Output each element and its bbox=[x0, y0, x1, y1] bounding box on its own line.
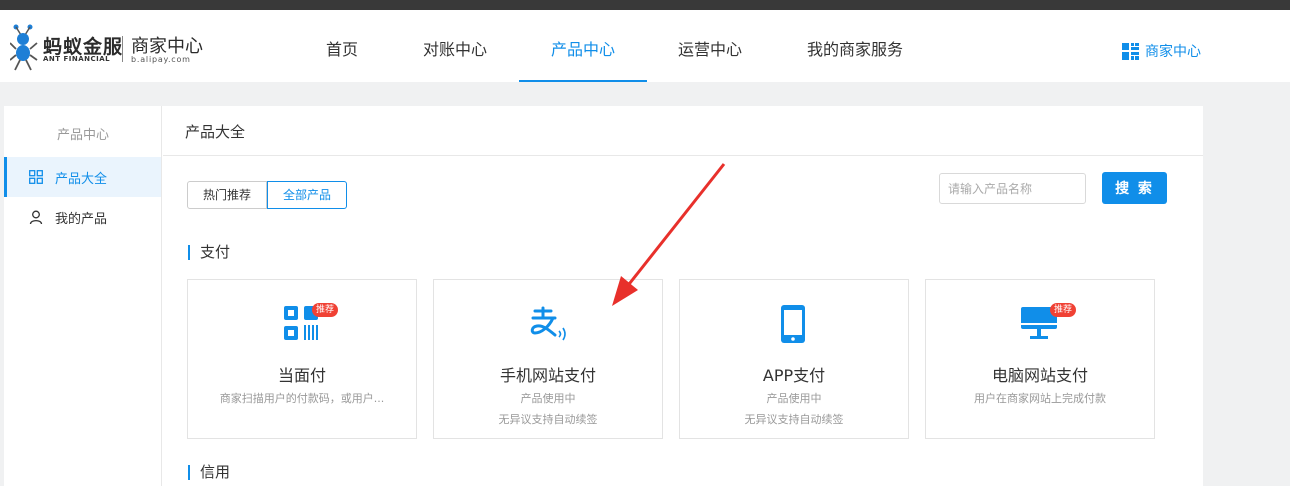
card-status: 产品使用中 bbox=[766, 392, 822, 405]
nav-home[interactable]: 首页 bbox=[312, 10, 372, 82]
nav-merchant-services-label: 我的商家服务 bbox=[806, 40, 903, 59]
site-domain: b.alipay.com bbox=[131, 55, 191, 64]
sidebar-item-all-products[interactable]: 产品大全 bbox=[4, 157, 161, 197]
top-bar bbox=[0, 0, 1290, 10]
user-icon bbox=[29, 210, 43, 224]
tab-all-products[interactable]: 全部产品 bbox=[267, 181, 348, 209]
nav-operations-label: 运营中心 bbox=[677, 40, 742, 59]
grid-icon bbox=[29, 170, 43, 184]
product-filter-tabs: 热门推荐 全部产品 bbox=[187, 181, 348, 209]
nav-home-label: 首页 bbox=[325, 40, 358, 59]
page-title: 产品大全 bbox=[163, 106, 1203, 156]
logo-divider bbox=[122, 36, 123, 62]
card-title: APP支付 bbox=[762, 366, 826, 385]
logo[interactable]: 蚂蚁金服 ANT FINANCIAL 商家中心 b.alipay.com bbox=[10, 22, 210, 72]
nav-merchant-services[interactable]: 我的商家服务 bbox=[792, 10, 918, 82]
brand-name-en: ANT FINANCIAL bbox=[43, 55, 111, 63]
merchant-center-link[interactable]: 商家中心 bbox=[1122, 42, 1201, 60]
card-icon-area bbox=[434, 305, 662, 345]
active-nav-indicator bbox=[519, 80, 647, 82]
card-description: 用户在商家网站上完成付款 bbox=[974, 392, 1106, 405]
product-search-input[interactable] bbox=[939, 173, 1086, 204]
alipay-wave-icon bbox=[530, 306, 566, 341]
card-status: 产品使用中 bbox=[520, 392, 576, 405]
content-panel: 产品中心 产品大全 我的产品 产品大全 热门推荐 全部产品 搜 索 支付 bbox=[4, 106, 1203, 486]
section-title-credit: 信用 bbox=[188, 463, 230, 481]
card-title: 电脑网站支付 bbox=[991, 366, 1088, 385]
card-title: 手机网站支付 bbox=[499, 366, 596, 385]
recommend-badge: 推荐 bbox=[312, 303, 339, 317]
sidebar: 产品中心 产品大全 我的产品 bbox=[4, 106, 162, 486]
header: 蚂蚁金服 ANT FINANCIAL 商家中心 b.alipay.com 首页 … bbox=[0, 10, 1290, 82]
card-icon-area bbox=[680, 305, 908, 345]
nav-product-center[interactable]: 产品中心 bbox=[519, 10, 647, 82]
card-icon-area: 推荐 bbox=[188, 303, 416, 345]
card-title: 当面付 bbox=[277, 366, 326, 385]
sidebar-item-label: 产品大全 bbox=[55, 171, 108, 187]
nav-operations[interactable]: 运营中心 bbox=[662, 10, 758, 82]
sidebar-item-label: 我的产品 bbox=[55, 211, 108, 227]
mobile-phone-icon bbox=[781, 305, 805, 343]
merchant-center-link-label: 商家中心 bbox=[1145, 44, 1201, 60]
product-card-face-to-face[interactable]: 推荐 当面付 商家扫描用户的付款码，或用户... bbox=[187, 279, 417, 439]
search-button[interactable]: 搜 索 bbox=[1102, 172, 1167, 204]
ant-logo-icon bbox=[10, 24, 38, 71]
card-renewal-note: 无异议支持自动续签 bbox=[744, 413, 844, 426]
product-card-app-pay[interactable]: APP支付 产品使用中 无异议支持自动续签 bbox=[679, 279, 909, 439]
section-title-payment: 支付 bbox=[188, 243, 230, 261]
apps-grid-icon bbox=[1122, 42, 1139, 60]
card-icon-area: 推荐 bbox=[926, 303, 1154, 345]
tab-hot-recommend[interactable]: 热门推荐 bbox=[187, 181, 268, 209]
recommend-badge: 推荐 bbox=[1050, 303, 1077, 317]
nav-reconciliation[interactable]: 对账中心 bbox=[408, 10, 502, 82]
card-renewal-note: 无异议支持自动续签 bbox=[498, 413, 598, 426]
nav-reconciliation-label: 对账中心 bbox=[422, 40, 487, 59]
nav-product-center-label: 产品中心 bbox=[550, 40, 615, 59]
card-description: 商家扫描用户的付款码，或用户... bbox=[219, 392, 385, 405]
sidebar-item-my-products[interactable]: 我的产品 bbox=[4, 197, 161, 237]
sidebar-title: 产品中心 bbox=[56, 128, 109, 143]
product-card-mobile-web-pay[interactable]: 手机网站支付 产品使用中 无异议支持自动续签 bbox=[433, 279, 663, 439]
product-card-pc-web-pay[interactable]: 推荐 电脑网站支付 用户在商家网站上完成付款 bbox=[925, 279, 1155, 439]
